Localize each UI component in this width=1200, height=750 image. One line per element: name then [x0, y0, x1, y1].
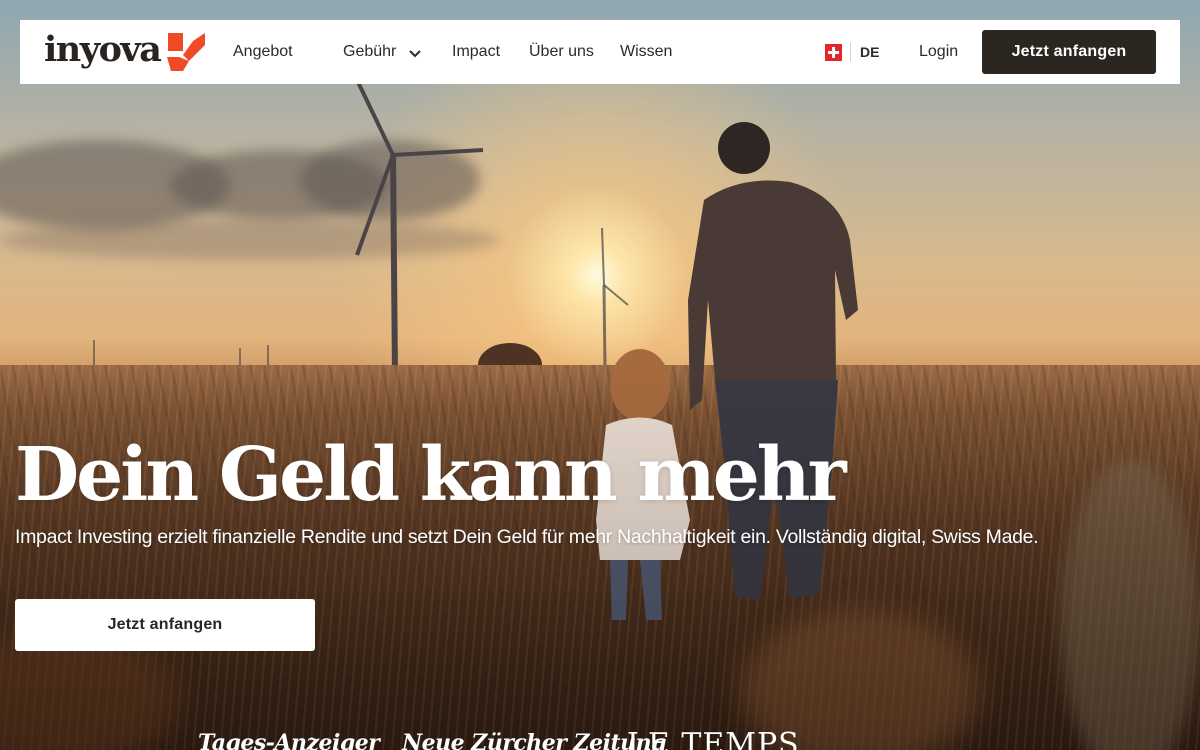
nav-item-label: Über uns: [529, 43, 594, 60]
nav-item-label: Impact: [452, 43, 501, 60]
chevron-down-icon: [409, 49, 422, 57]
nav-item-gebuehr[interactable]: Gebühr: [343, 20, 452, 84]
press-logos: Tages-Anzeiger Neue Zürcher Zeitung LE T…: [0, 727, 1200, 750]
language-switcher[interactable]: DE: [825, 42, 879, 62]
site-header: inyova Angebot Gebühr Impact Über uns Wi…: [20, 20, 1180, 84]
nav-item-ueber-uns[interactable]: Über uns: [529, 20, 620, 84]
nav-item-wissen[interactable]: Wissen: [620, 20, 672, 84]
nav-item-label: Gebühr: [343, 43, 397, 60]
hero-subline: Impact Investing erzielt finanzielle Ren…: [15, 526, 1039, 548]
hero-get-started-button[interactable]: Jetzt anfangen: [15, 599, 315, 651]
swiss-flag-icon: [825, 43, 842, 61]
press-logo-tages-anzeiger: Tages-Anzeiger: [198, 730, 380, 750]
nav-item-angebot[interactable]: Angebot: [233, 20, 343, 84]
hero-headline: Dein Geld kann mehr: [15, 432, 847, 518]
logo-wordmark: inyova: [44, 29, 162, 70]
header-get-started-button[interactable]: Jetzt anfangen: [982, 30, 1156, 74]
divider: [850, 42, 851, 62]
nav-item-label: Angebot: [233, 43, 293, 60]
logo-mark-icon: [167, 33, 206, 71]
main-navigation: Angebot Gebühr Impact Über uns Wissen: [233, 20, 672, 84]
inyova-logo[interactable]: inyova: [44, 28, 207, 73]
language-code: DE: [860, 44, 880, 60]
login-link[interactable]: Login: [919, 20, 958, 84]
press-logo-le-temps: LE TEMPS: [627, 727, 800, 750]
nav-item-impact[interactable]: Impact: [452, 20, 529, 84]
nav-item-label: Wissen: [620, 43, 673, 60]
